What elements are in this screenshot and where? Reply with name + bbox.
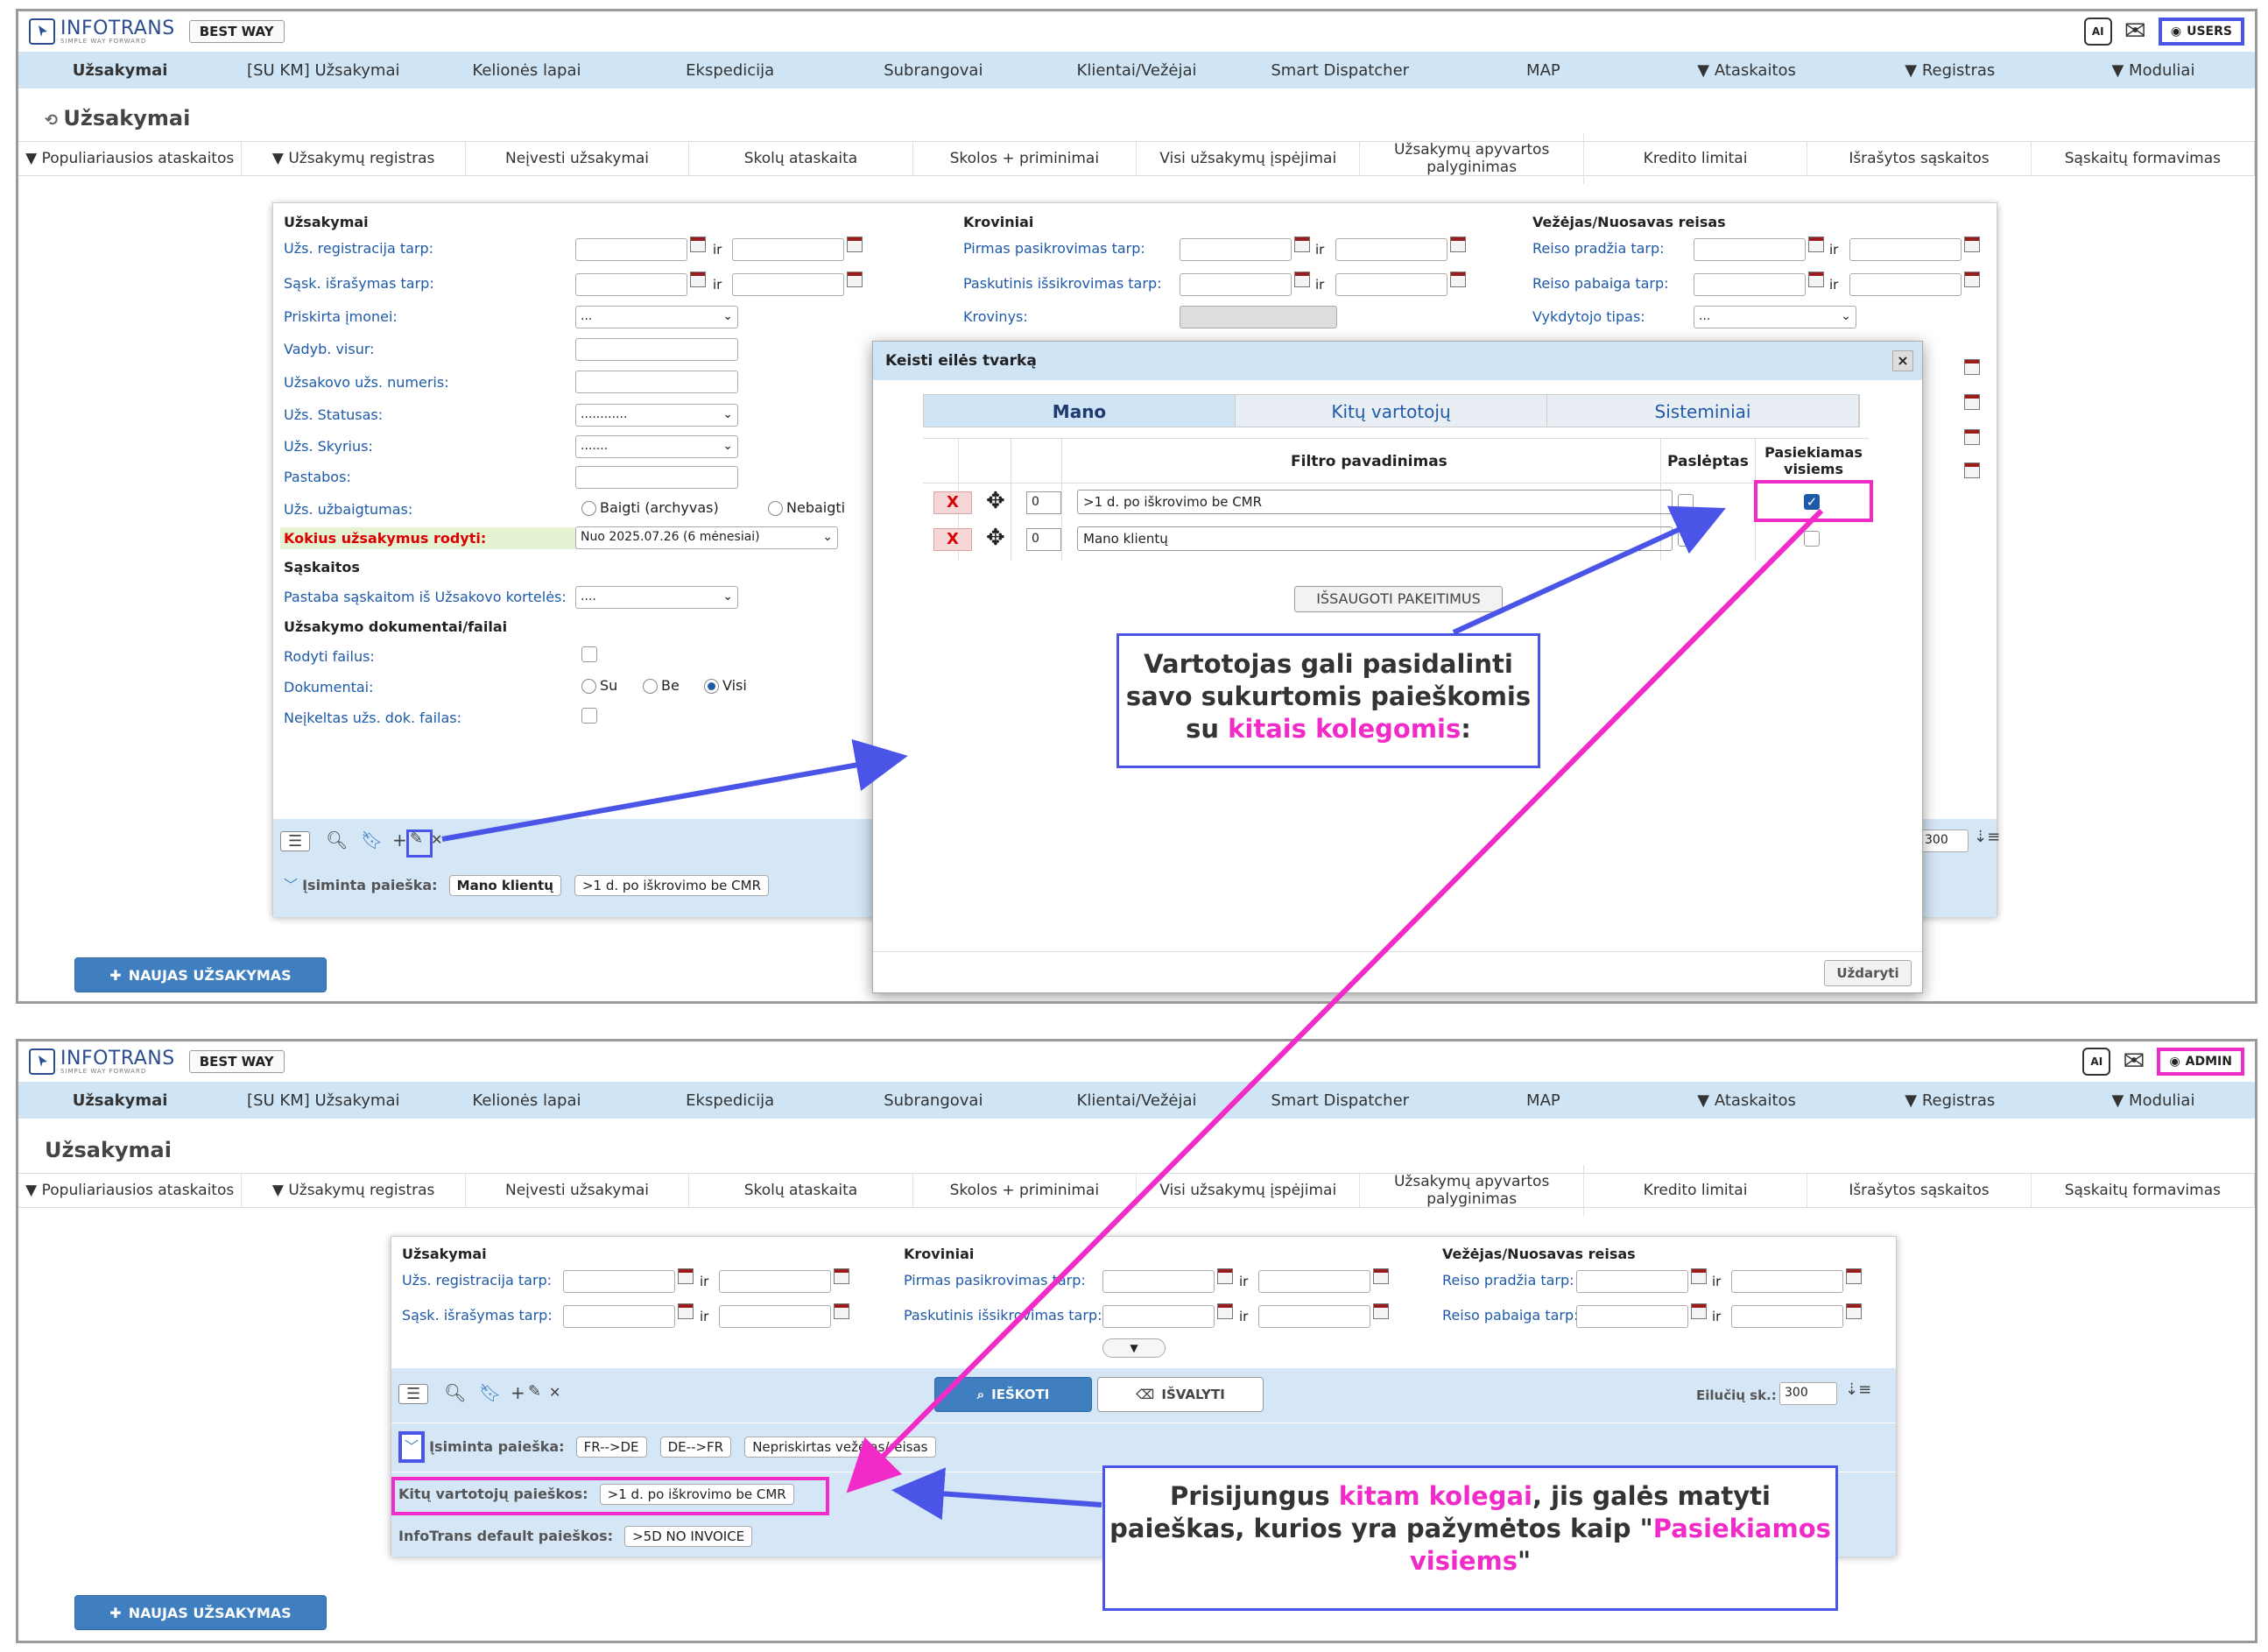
arrow-edit-to-dialog xyxy=(441,738,908,842)
arrow-callout-to-row xyxy=(891,1467,1102,1521)
annotation-arrows xyxy=(441,505,1824,1521)
arrow-checkbox-to-shared xyxy=(846,508,1824,1493)
arrow-callout-to-checkbox xyxy=(1452,505,1726,635)
